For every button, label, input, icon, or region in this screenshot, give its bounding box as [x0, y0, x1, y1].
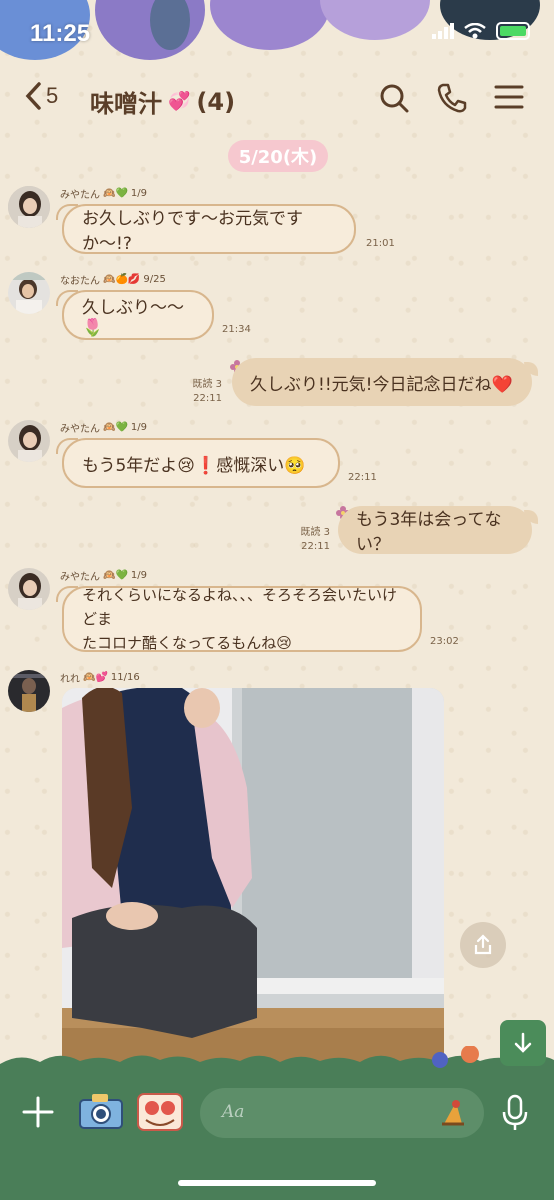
sender-name: みやたん 🙉💚 1/9	[60, 570, 147, 583]
emoji-icon[interactable]	[436, 1096, 470, 1130]
read-receipt: 既読 3 22:11	[192, 379, 222, 404]
message-text: 久しぶり!!元気!今日記念日だね❤️	[250, 374, 513, 395]
sender-name: なおたん 🙉🍊💋 9/25	[60, 274, 166, 287]
sticker-icon[interactable]	[136, 1090, 184, 1134]
status-time: 11:25	[30, 20, 91, 47]
avatar[interactable]	[8, 568, 50, 610]
menu-icon[interactable]	[494, 82, 524, 112]
group-name: 味噌汁	[90, 90, 162, 118]
read-receipt: 既読 3 22:11	[300, 527, 330, 552]
message-bubble[interactable]: 久しぶり〜〜🌷	[56, 290, 214, 340]
avatar[interactable]	[8, 670, 50, 712]
date-divider: 5/20(木)	[228, 140, 328, 172]
message-bubble-sent[interactable]: もう3年は会ってない？	[338, 506, 538, 555]
microphone-icon[interactable]	[500, 1094, 530, 1132]
sender-name: れれ 🙉💕 11/16	[60, 672, 140, 685]
wifi-icon	[464, 23, 486, 39]
message-text: 久しぶり〜〜🌷	[82, 297, 184, 338]
status-bar: 11:25	[0, 0, 554, 66]
plus-icon[interactable]	[20, 1094, 56, 1130]
photo-message[interactable]	[62, 688, 444, 1074]
chat-header: 5 味噌汁 💞 (4)	[0, 74, 554, 124]
input-placeholder: Aa	[222, 1102, 245, 1122]
chevron-left-icon	[25, 82, 41, 110]
group-emoji: 💞	[168, 91, 191, 112]
message-time: 21:01	[366, 238, 395, 249]
status-icons	[432, 22, 530, 40]
arrow-down-icon	[514, 1032, 532, 1053]
avatar[interactable]	[8, 272, 50, 314]
message-bubble-sent[interactable]: 久しぶり!!元気!今日記念日だね❤️	[232, 358, 538, 406]
scroll-to-bottom-button[interactable]	[500, 1020, 546, 1066]
message-time: 21:34	[222, 324, 251, 335]
message-text-line: たコロナ酷くなってるもんね😢	[82, 634, 292, 652]
unread-count: 5	[46, 83, 59, 108]
share-icon	[474, 934, 492, 955]
message-text: お久しぶりです〜お元気ですか〜!?	[82, 209, 303, 254]
phone-icon[interactable]	[436, 82, 468, 114]
sender-name: みやたん 🙉💚 1/9	[60, 188, 147, 201]
battery-icon	[496, 22, 530, 40]
avatar[interactable]	[8, 420, 50, 462]
message-text-line: それくらいになるよね、、、そろそろ会いたいけどま	[82, 586, 398, 628]
member-count: (4)	[196, 87, 236, 116]
message-input[interactable]: Aa	[200, 1088, 484, 1138]
chat-title: 味噌汁 💞 (4)	[90, 84, 235, 119]
home-indicator	[178, 1180, 376, 1186]
message-text: もう3年は会ってない？	[356, 510, 502, 555]
back-button[interactable]: 5	[24, 82, 58, 110]
message-bubble[interactable]: お久しぶりです〜お元気ですか〜!?	[56, 204, 356, 254]
message-bubble[interactable]: もう5年だよ😢❗️感慨深い🥺	[56, 438, 340, 488]
message-time: 22:11	[348, 472, 377, 483]
sender-name: みやたん 🙉💚 1/9	[60, 422, 147, 435]
message-bubble[interactable]: それくらいになるよね、、、そろそろ会いたいけどま たコロナ酷くなってるもんね😢	[56, 586, 422, 652]
grass-decoration	[0, 1046, 554, 1076]
signal-icon	[432, 23, 454, 39]
avatar[interactable]	[8, 186, 50, 228]
camera-icon[interactable]	[78, 1090, 124, 1132]
message-text: もう5年だよ😢❗️感慨深い🥺	[82, 455, 306, 476]
share-button[interactable]	[460, 922, 506, 968]
search-icon[interactable]	[378, 82, 410, 114]
message-time: 23:02	[430, 636, 459, 647]
